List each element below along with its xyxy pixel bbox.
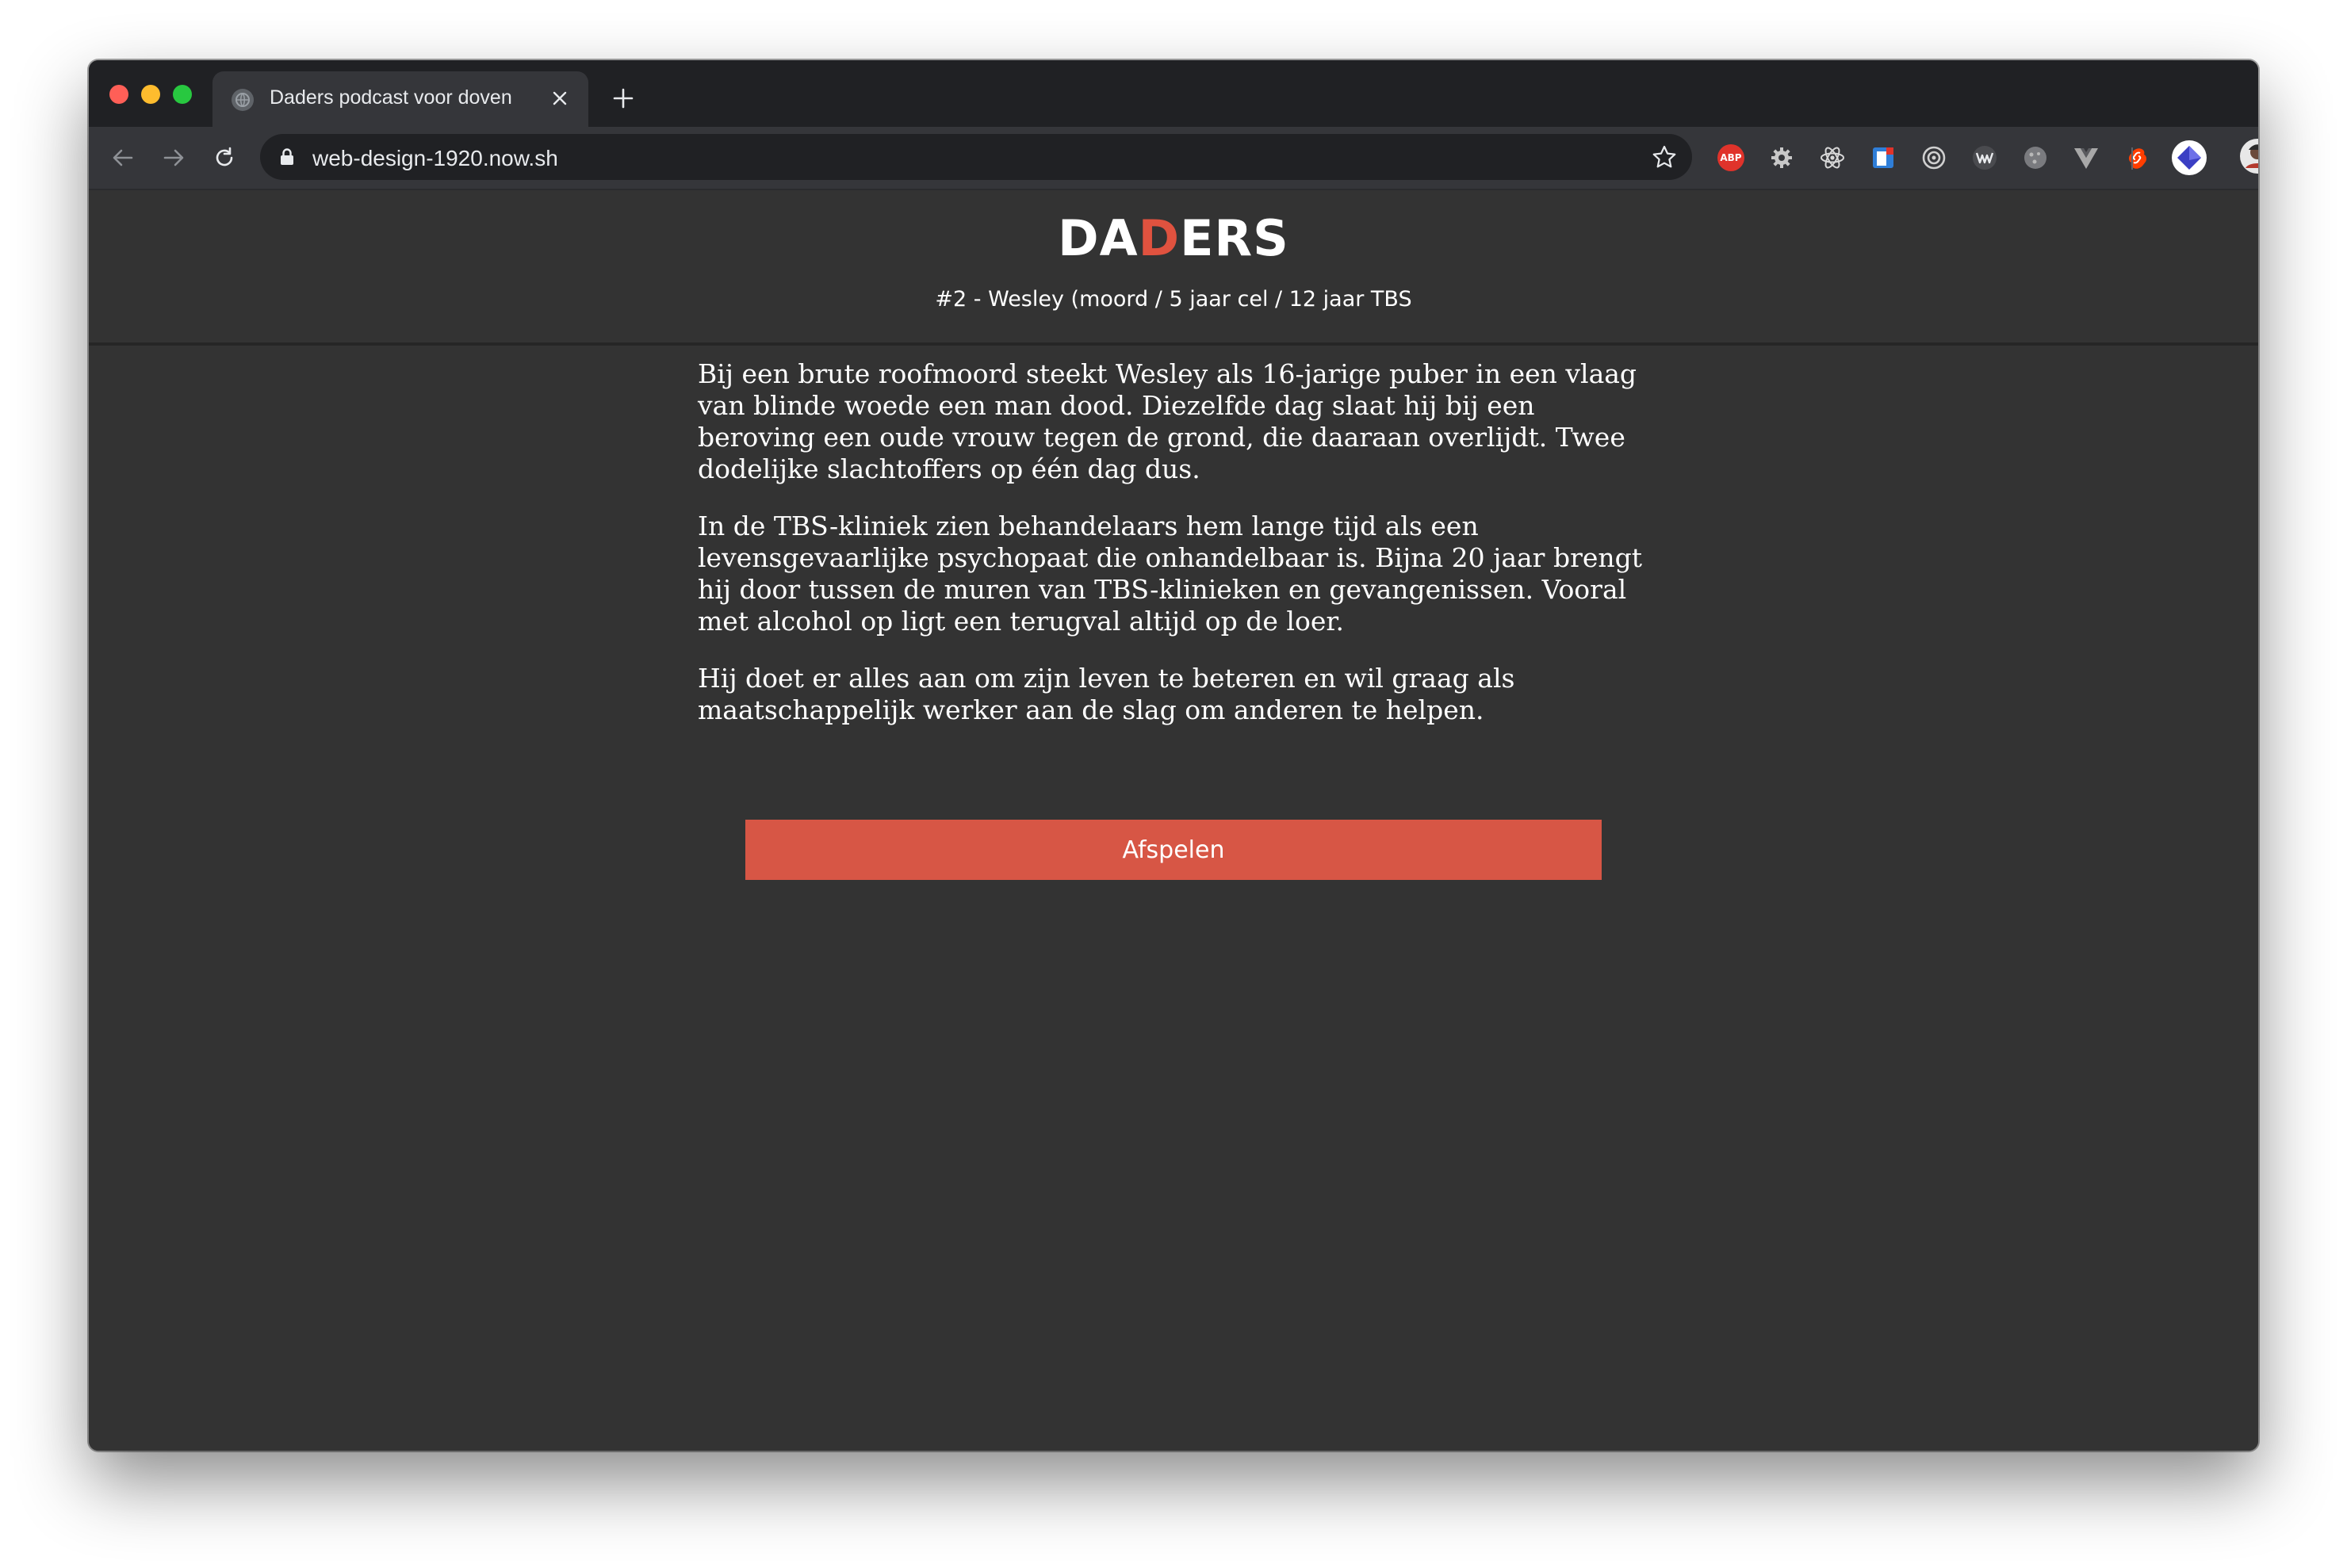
description-paragraph: In de TBS-kliniek zien behandelaars hem … xyxy=(698,511,1643,637)
episode-description: Bij een brute roofmoord steekt Wesley al… xyxy=(698,358,1649,751)
url-text: web-design-1920.now.sh xyxy=(312,146,558,170)
browser-toolbar: web-design-1920.now.sh ABP xyxy=(89,127,2258,190)
episode-subtitle: #2 - Wesley (moord / 5 jaar cel / 12 jaa… xyxy=(935,287,1412,312)
w-extension-icon[interactable] xyxy=(1970,143,2000,173)
browser-window: Daders podcast voor doven web-design-192… xyxy=(89,60,2258,1451)
reload-icon xyxy=(216,147,233,166)
tab-title: Daders podcast voor doven xyxy=(270,86,512,109)
tab-close-button[interactable] xyxy=(546,84,574,113)
logo-part-1: DA xyxy=(1058,209,1139,267)
close-window-button[interactable] xyxy=(109,85,128,104)
react-icon xyxy=(1821,147,1844,169)
page-content: DADERS #2 - Wesley (moord / 5 jaar cel /… xyxy=(89,190,2258,1451)
minimize-window-button[interactable] xyxy=(141,85,160,104)
back-button[interactable] xyxy=(106,141,140,174)
gear-icon xyxy=(1771,147,1792,168)
play-button[interactable]: Afspelen xyxy=(745,820,1602,880)
description-paragraph: Hij doet er alles aan om zijn leven te b… xyxy=(698,663,1515,725)
logo-accent: D xyxy=(1138,209,1181,267)
adblock-badge: ABP xyxy=(1717,144,1744,171)
avatar-icon xyxy=(2240,139,2258,174)
arrow-right-icon xyxy=(163,149,184,166)
arrow-left-icon xyxy=(113,149,133,166)
logo-part-2: ERS xyxy=(1180,209,1289,267)
svelte-icon xyxy=(2128,148,2147,169)
page-header: DADERS #2 - Wesley (moord / 5 jaar cel /… xyxy=(89,190,2258,346)
w-icon xyxy=(1973,146,1997,170)
target-icon xyxy=(1922,146,1946,170)
site-logo: DADERS xyxy=(89,209,2258,267)
browser-tab[interactable]: Daders podcast voor doven xyxy=(212,71,588,127)
plus-icon xyxy=(613,88,634,109)
profile-avatar[interactable] xyxy=(2239,138,2258,174)
tab-strip: Daders podcast voor doven xyxy=(89,60,2258,127)
square-extension-icon xyxy=(1873,147,1893,168)
reload-button[interactable] xyxy=(208,141,241,174)
empty-slot-9 xyxy=(2166,143,2196,173)
globe-icon xyxy=(232,89,254,111)
close-icon xyxy=(553,91,567,105)
description-paragraph: Bij een brute roofmoord steekt Wesley al… xyxy=(698,358,1637,484)
maximize-window-button[interactable] xyxy=(173,85,192,104)
vue-icon xyxy=(2074,148,2098,169)
bookmark-star-icon[interactable] xyxy=(1651,143,1678,170)
lock-icon xyxy=(281,148,293,165)
vue-devtools-icon[interactable] xyxy=(2071,143,2101,173)
toolbar-divider xyxy=(2131,147,2133,170)
svelte-devtools-icon[interactable] xyxy=(2122,143,2152,173)
react-devtools-icon[interactable] xyxy=(1817,143,1847,173)
adblock-plus-icon[interactable]: ABP xyxy=(1716,143,1746,173)
forward-button[interactable] xyxy=(157,141,190,174)
circle-icon xyxy=(2024,147,2046,169)
extension-square-icon[interactable] xyxy=(1868,143,1898,173)
address-bar[interactable]: web-design-1920.now.sh xyxy=(260,134,1692,180)
target-extension-icon[interactable] xyxy=(1919,143,1949,173)
new-tab-button[interactable] xyxy=(609,84,637,113)
circle-extension-icon[interactable] xyxy=(2020,143,2050,173)
gear-extension-icon[interactable] xyxy=(1767,143,1797,173)
